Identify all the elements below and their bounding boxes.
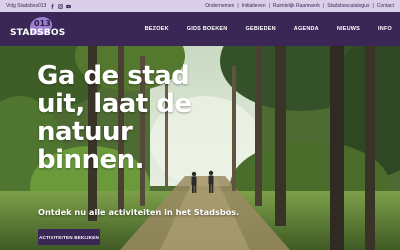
youtube-icon[interactable] bbox=[66, 4, 72, 9]
divider: | bbox=[268, 3, 270, 9]
utility-links: Ondernemen | Initiatieven | Ruimtelijk R… bbox=[205, 3, 394, 9]
nav-item-gids-boeken[interactable]: GIDS BOEKEN bbox=[187, 26, 228, 32]
site-logo[interactable]: 013 STADSBOS bbox=[8, 15, 65, 43]
nav-item-nieuws[interactable]: NIEUWS bbox=[337, 26, 360, 32]
top-link-ondernemen[interactable]: Ondernemen bbox=[205, 3, 234, 9]
nav-item-info[interactable]: INFO bbox=[378, 26, 392, 32]
nav-item-bezoek[interactable]: BEZOEK bbox=[145, 26, 169, 32]
nav-item-gebieden[interactable]: GEBIEDEN bbox=[245, 26, 275, 32]
main-nav: 013 STADSBOS BEZOEK GIDS BOEKEN GEBIEDEN… bbox=[0, 12, 400, 46]
nav-menu: BEZOEK GIDS BOEKEN GEBIEDEN AGENDA NIEUW… bbox=[127, 26, 392, 32]
top-link-initiatieven[interactable]: Initiatieven bbox=[242, 3, 266, 9]
divider: | bbox=[322, 3, 325, 9]
hero-headline: Ga de stad uit, laat de natuur binnen. bbox=[37, 62, 192, 174]
headline-line: binnen. bbox=[37, 145, 145, 175]
nav-item-agenda[interactable]: AGENDA bbox=[294, 26, 319, 32]
follow-text: Volg Stadsbos013 bbox=[6, 3, 47, 9]
instagram-icon[interactable] bbox=[58, 3, 64, 9]
logo-wordmark: STADSBOS bbox=[10, 28, 66, 38]
top-link-stadsboscatalogus[interactable]: Stadsboscatalogus bbox=[327, 3, 369, 9]
view-activities-button[interactable]: ACTIVITEITEN BEKIJKEN bbox=[38, 229, 100, 245]
facebook-icon[interactable] bbox=[50, 3, 55, 9]
headline-line: natuur bbox=[37, 117, 133, 147]
headline-line: uit, laat de bbox=[37, 89, 192, 119]
utility-bar: Volg Stadsbos013 Ondernemen | Initiatiev… bbox=[0, 0, 400, 12]
top-link-contact[interactable]: Contact bbox=[377, 3, 394, 9]
hero-subheading: Ontdek nu alle activiteiten in het Stads… bbox=[38, 207, 240, 217]
headline-line: Ga de stad bbox=[37, 61, 190, 91]
logo-number: 013 bbox=[34, 19, 51, 28]
top-link-ruimtelijk-raamwerk[interactable]: Ruimtelijk Raamwerk bbox=[273, 3, 320, 9]
divider: | bbox=[237, 3, 239, 9]
divider: | bbox=[372, 3, 374, 9]
